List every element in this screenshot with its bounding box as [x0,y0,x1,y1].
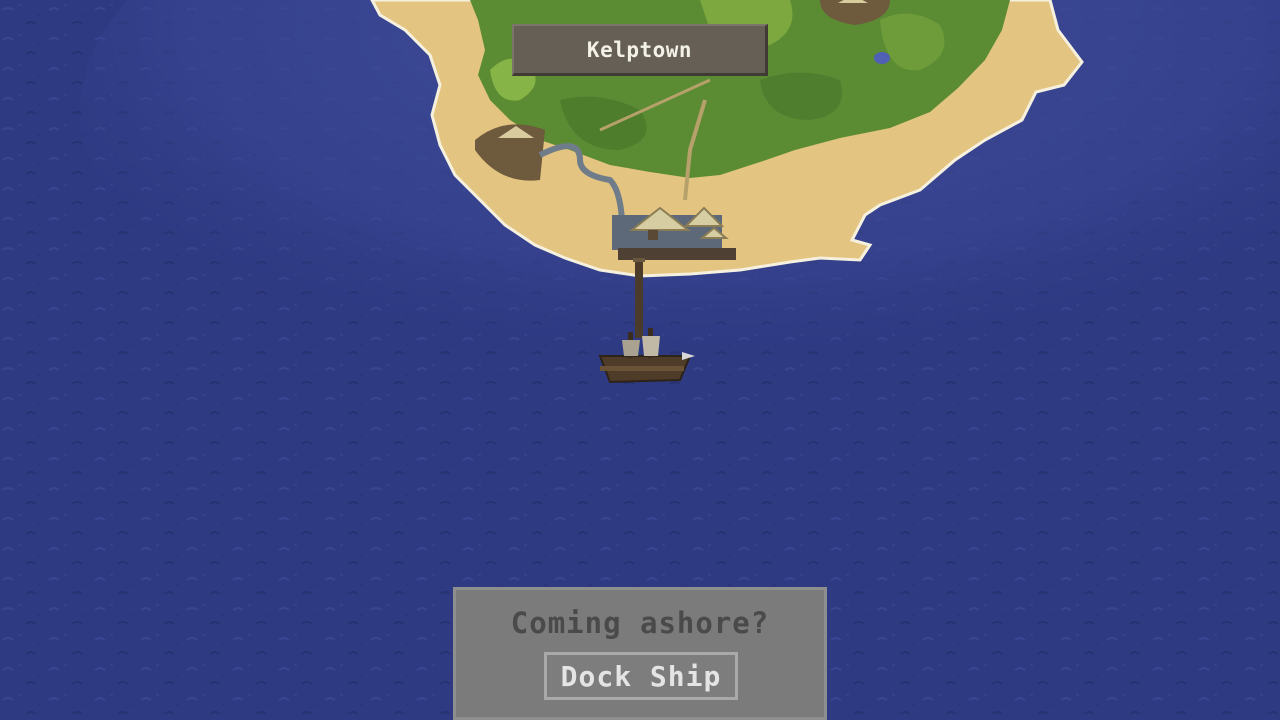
game-viewport: Kelptown Coming ashore? Dock Ship [0,0,1280,720]
dock-prompt-text: Coming ashore? [510,606,770,640]
town-name: Kelptown [586,37,693,62]
dock-ship-button[interactable]: Dock Ship [544,652,738,700]
town-name-plate: Kelptown [512,24,768,76]
pier [635,258,643,338]
dock-ship-button-label: Dock Ship [560,659,722,693]
dock-prompt-panel: Coming ashore? Dock Ship [453,587,827,720]
